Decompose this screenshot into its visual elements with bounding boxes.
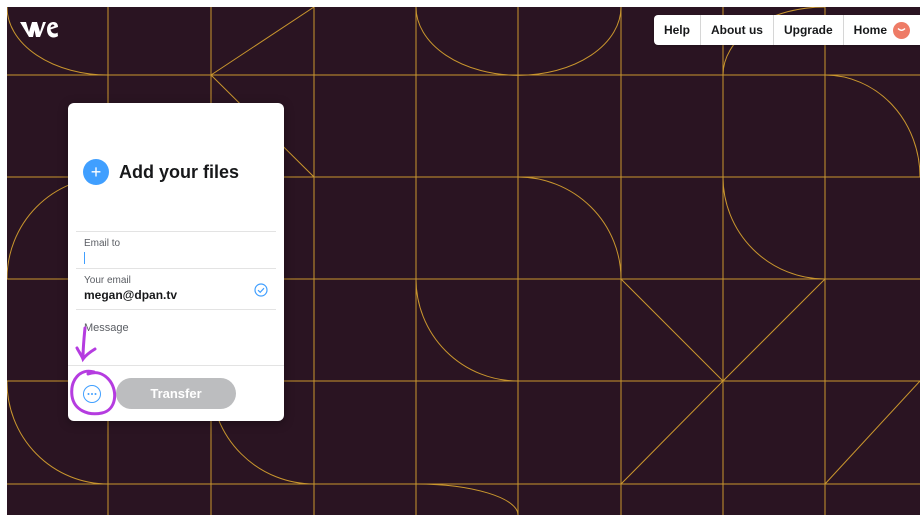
add-files-label: Add your files (119, 161, 240, 182)
nav-home-label: Home (853, 23, 887, 37)
nav-home[interactable]: Home (842, 15, 920, 45)
nav-about-us[interactable]: About us (699, 15, 773, 45)
top-navigation: Help About us Upgrade Home (653, 15, 920, 45)
your-email-value: megan@dpan.tv (84, 288, 178, 302)
your-email-label: Your email (84, 275, 131, 286)
transfer-button[interactable]: Transfer (116, 378, 236, 409)
more-options-button[interactable] (83, 385, 101, 403)
add-files-button[interactable]: + Add your files (83, 159, 239, 185)
plus-icon: + (83, 159, 109, 185)
text-caret (84, 252, 85, 264)
nav-about-us-label: About us (710, 23, 763, 37)
nav-help-label: Help (663, 23, 690, 37)
nav-help[interactable]: Help (654, 15, 700, 45)
message-placeholder: Message (84, 322, 129, 334)
user-avatar[interactable] (893, 21, 910, 39)
email-to-field[interactable]: Email to (76, 231, 276, 270)
email-to-label: Email to (84, 238, 121, 249)
nav-upgrade-label: Upgrade (783, 23, 833, 37)
smile-icon (897, 27, 906, 31)
your-email-field[interactable]: Your email megan@dpan.tv (76, 268, 276, 311)
message-field[interactable]: Message (76, 309, 276, 366)
transfer-panel: + Add your files Email to Your email meg… (68, 103, 284, 421)
panel-divider (68, 365, 284, 366)
nav-upgrade[interactable]: Upgrade (772, 15, 843, 45)
check-circle-icon (254, 283, 268, 297)
wetransfer-logo[interactable] (18, 18, 58, 40)
ellipsis-icon (87, 393, 97, 395)
